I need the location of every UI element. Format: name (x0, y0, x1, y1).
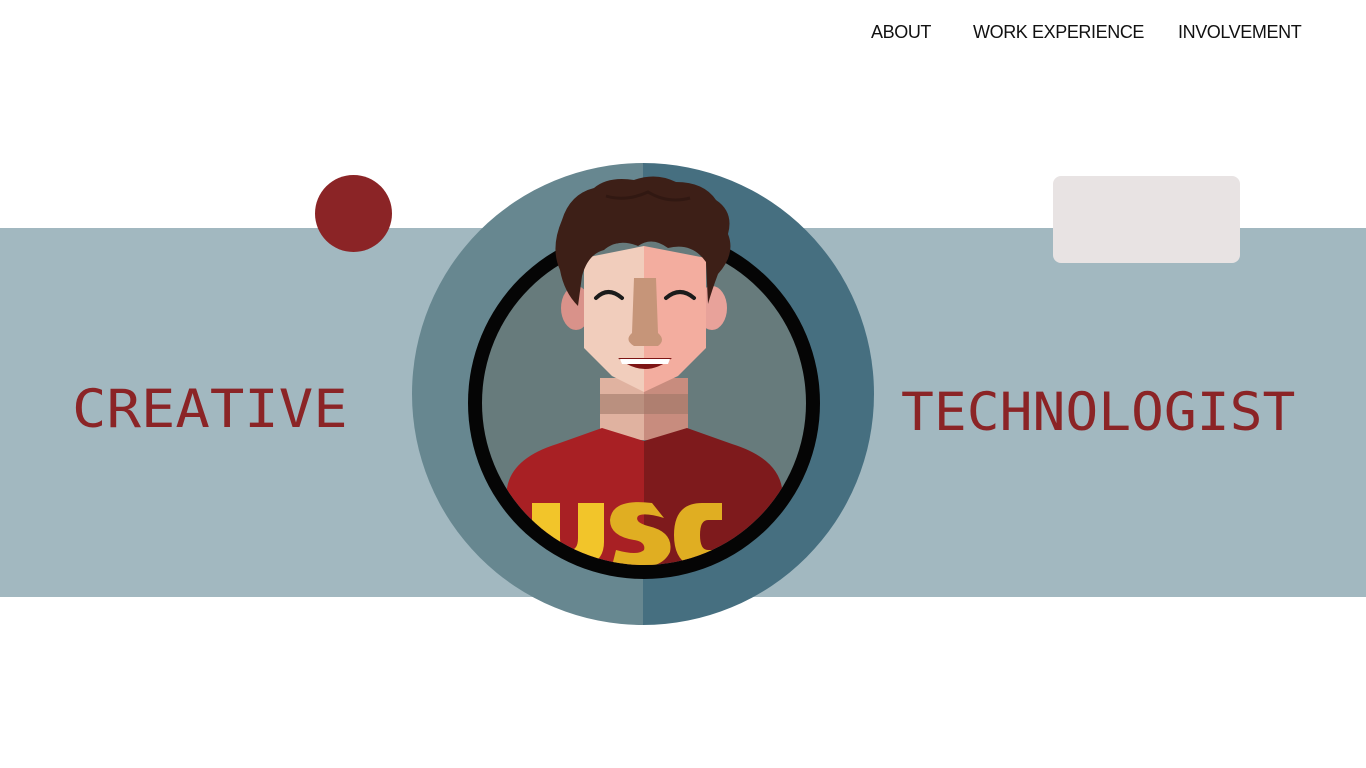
top-nav: ABOUT WORK EXPERIENCE INVOLVEMENT (0, 22, 1366, 46)
decorative-red-dot (315, 175, 392, 252)
avatar-illustration (412, 163, 874, 625)
hero-word-creative: CREATIVE (72, 379, 348, 440)
hero-word-technologist: TECHNOLOGIST (901, 382, 1296, 443)
nav-involvement-link[interactable]: INVOLVEMENT (1178, 22, 1302, 43)
decorative-card (1053, 176, 1240, 263)
nav-about-link[interactable]: ABOUT (871, 22, 931, 43)
nav-work-experience-link[interactable]: WORK EXPERIENCE (973, 22, 1144, 43)
